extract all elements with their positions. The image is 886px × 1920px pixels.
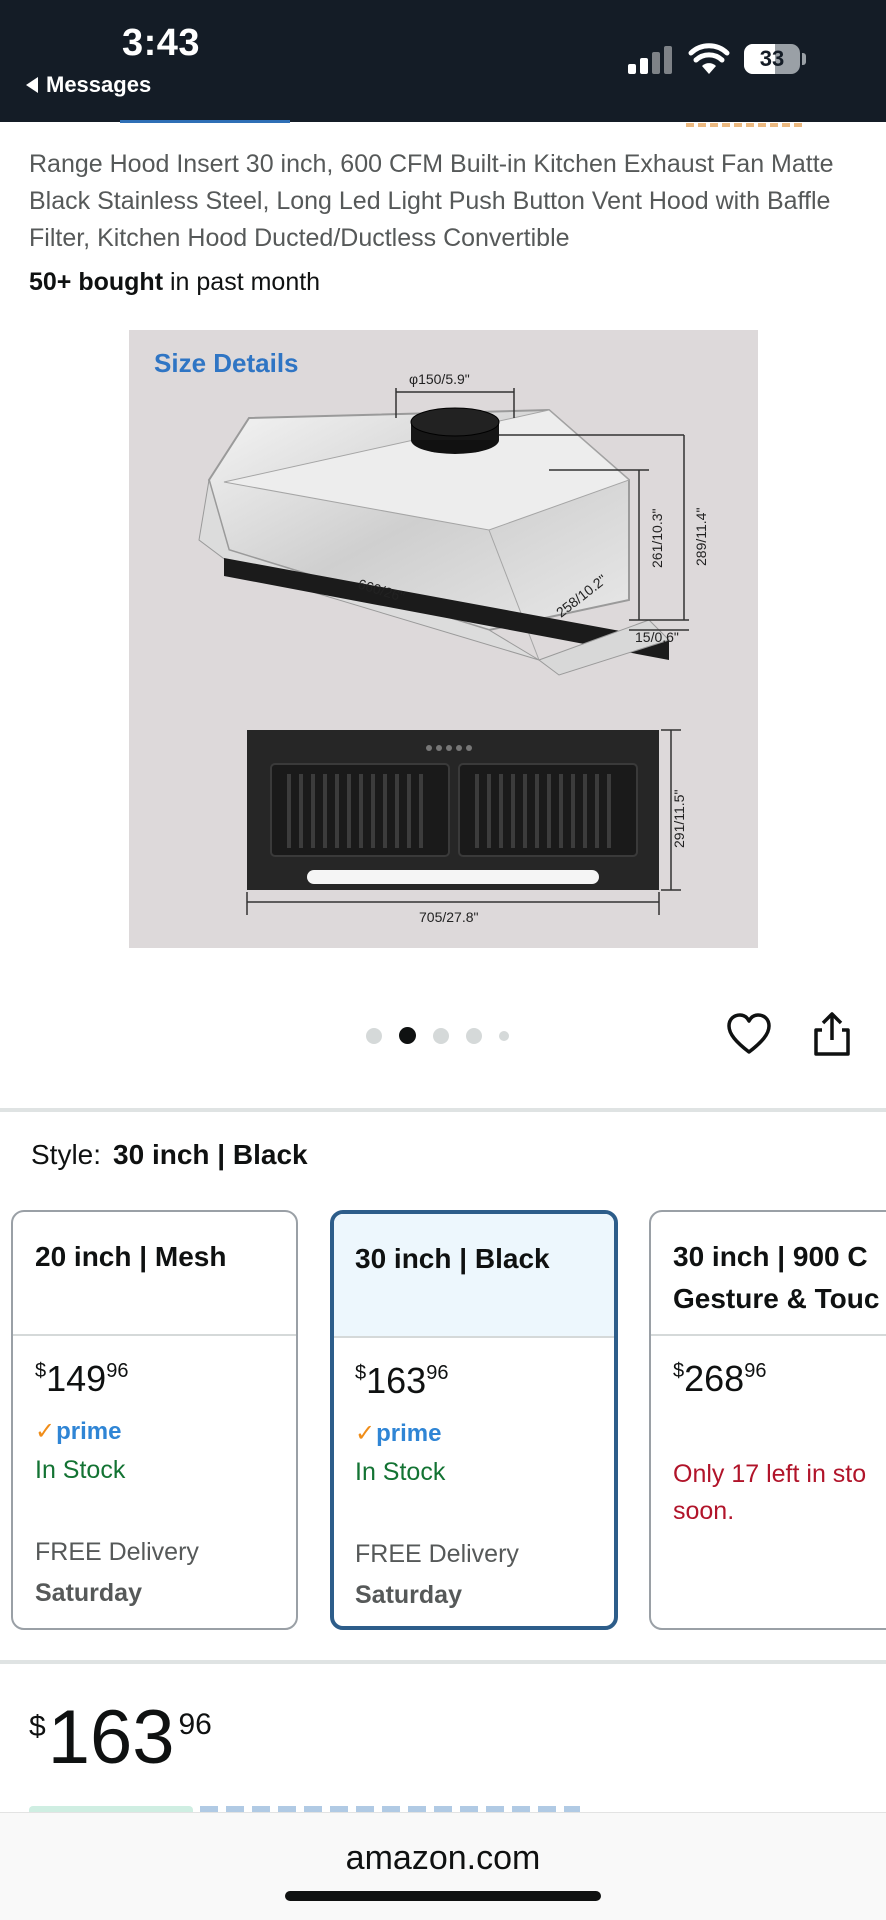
- battery-level: 33: [759, 46, 785, 71]
- bought-rest: in past month: [163, 268, 321, 296]
- dim-height-a: 261/10.3": [649, 509, 665, 568]
- stock-status: In Stock: [355, 1458, 446, 1486]
- rating-stars-remnant: [686, 114, 856, 127]
- back-label: Messages: [46, 72, 152, 97]
- carousel-dots[interactable]: [366, 1027, 509, 1044]
- delivery-info: FREE Delivery Saturday: [35, 1538, 199, 1607]
- style-option-name: 20 inch | Mesh: [13, 1212, 296, 1336]
- prime-check-icon: ✓: [35, 1418, 56, 1445]
- share-icon[interactable]: [808, 1010, 856, 1058]
- price-whole: 163: [47, 1695, 175, 1780]
- image-heading: Size Details: [154, 348, 299, 378]
- section-divider: [0, 1660, 886, 1664]
- bought-bold: 50+ bought: [29, 268, 164, 296]
- signal-icon: [628, 44, 674, 74]
- style-row: Style: 30 inch | Black: [31, 1139, 308, 1171]
- style-option-name: 30 inch | 900 C Gesture & Touc: [651, 1212, 886, 1336]
- battery-icon: 33: [744, 44, 800, 74]
- carousel-dot[interactable]: [366, 1027, 382, 1044]
- low-stock-warning: Only 17 left in sto soon.: [673, 1460, 867, 1525]
- url-text: amazon.com: [345, 1839, 541, 1877]
- main-price: $ 163 96: [29, 1700, 212, 1776]
- style-option-name: 30 inch | Black: [334, 1214, 614, 1338]
- style-option-price: $16396: [355, 1360, 449, 1401]
- status-bar: 3:43 Messages 33: [0, 0, 886, 122]
- style-selected-value: 30 inch | Black: [113, 1139, 308, 1170]
- home-indicator[interactable]: [285, 1891, 601, 1901]
- prime-badge: ✓ prime: [35, 1417, 122, 1446]
- dim-duct: φ150/5.9": [409, 371, 470, 387]
- battery-tip: [802, 53, 806, 65]
- wifi-icon: [688, 43, 730, 74]
- style-option-card-selected[interactable]: 30 inch | Black $16396 ✓ prime In Stock F…: [330, 1210, 618, 1630]
- back-arrow-icon: [26, 77, 38, 93]
- price-fraction: 96: [178, 1708, 212, 1741]
- product-image[interactable]: φ150/5.9" 660/26" 258/10.2" 261/10.3" 28…: [129, 330, 758, 948]
- product-title: Range Hood Insert 30 inch, 600 CFM Built…: [29, 150, 834, 252]
- carousel-dot-active[interactable]: [399, 1027, 416, 1044]
- dim-lip: 15/0.6": [635, 629, 679, 645]
- style-option-price: $26896: [673, 1358, 767, 1399]
- bought-count: 50+ bought in past month: [29, 268, 320, 297]
- status-time: 3:43: [122, 22, 201, 64]
- section-divider: [0, 1108, 886, 1112]
- stock-status: In Stock: [35, 1456, 126, 1484]
- style-option-card[interactable]: 20 inch | Mesh $14996 ✓ prime In Stock FR…: [11, 1210, 298, 1630]
- carousel-dot[interactable]: [499, 1030, 509, 1041]
- heart-icon[interactable]: [726, 1012, 772, 1058]
- style-label: Style:: [31, 1139, 102, 1170]
- dim-depth-front: 291/11.5": [671, 790, 687, 848]
- prime-badge: ✓ prime: [355, 1419, 442, 1448]
- back-to-messages-button[interactable]: Messages: [26, 72, 151, 98]
- price-currency: $: [29, 1710, 46, 1743]
- carousel-dot[interactable]: [466, 1027, 482, 1044]
- prime-check-icon: ✓: [355, 1420, 376, 1447]
- style-option-price: $14996: [35, 1358, 129, 1399]
- brand-link-underline: [120, 120, 290, 123]
- dim-width-bottom: 705/27.8": [419, 909, 478, 925]
- delivery-info: FREE Delivery Saturday: [355, 1540, 519, 1609]
- carousel-dot[interactable]: [433, 1027, 449, 1044]
- browser-url-bar[interactable]: amazon.com: [0, 1812, 886, 1920]
- style-option-card[interactable]: 30 inch | 900 C Gesture & Touc $26896 Onl…: [649, 1210, 886, 1630]
- dim-height-b: 289/11.4": [693, 508, 709, 566]
- size-diagram: φ150/5.9" 660/26" 258/10.2" 261/10.3" 28…: [198, 371, 709, 925]
